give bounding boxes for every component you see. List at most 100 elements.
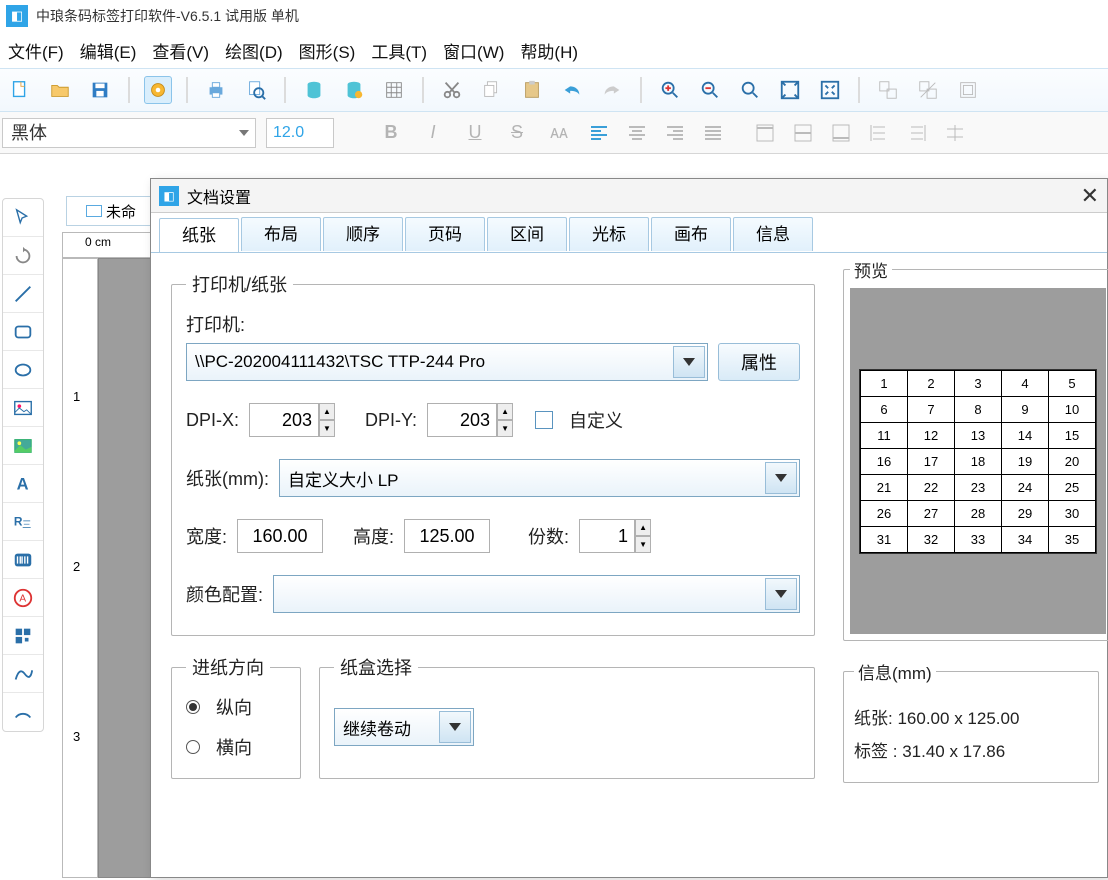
spacing3-icon[interactable]: [942, 120, 968, 146]
preview-cell: 17: [908, 448, 955, 474]
tab-layout[interactable]: 布局: [241, 217, 321, 251]
close-icon[interactable]: ✕: [1081, 183, 1099, 209]
fit-page-icon[interactable]: [816, 76, 844, 104]
grid-icon[interactable]: [380, 76, 408, 104]
preview-legend: 预览: [850, 257, 892, 282]
menu-shape[interactable]: 图形(S): [299, 38, 356, 63]
custom-dpi-checkbox[interactable]: [535, 411, 553, 429]
printer-props-button[interactable]: 属性: [718, 343, 800, 381]
chevron-down-icon[interactable]: [765, 578, 797, 610]
valign-bot-icon[interactable]: [828, 120, 854, 146]
undo-icon[interactable]: [558, 76, 586, 104]
preview-paper: 1234567891011121314151617181920212223242…: [859, 369, 1097, 554]
rotate-tool-icon[interactable]: [3, 237, 43, 275]
tab-range[interactable]: 区间: [487, 217, 567, 251]
spacing1-icon[interactable]: [866, 120, 892, 146]
strikethrough-icon[interactable]: S: [502, 118, 532, 148]
preview-cell: 5: [1049, 370, 1096, 396]
portrait-radio[interactable]: [186, 700, 200, 714]
landscape-radio[interactable]: [186, 740, 200, 754]
image-tool-icon[interactable]: [3, 389, 43, 427]
preview-cell: 1: [861, 370, 908, 396]
italic-icon[interactable]: I: [418, 118, 448, 148]
arc-tool-icon[interactable]: [3, 693, 43, 731]
ellipse-tool-icon[interactable]: [3, 351, 43, 389]
menu-draw[interactable]: 绘图(D): [225, 38, 283, 63]
tab-cursor[interactable]: 光标: [569, 217, 649, 251]
color-profile-combo[interactable]: [273, 575, 800, 613]
dpiy-input[interactable]: [427, 403, 497, 437]
menu-edit[interactable]: 编辑(E): [80, 38, 137, 63]
tray-fieldset: 纸盒选择 继续卷动: [319, 654, 815, 779]
barcode-tool-icon[interactable]: [3, 541, 43, 579]
new-file-icon[interactable]: [6, 76, 34, 104]
chevron-down-icon[interactable]: [765, 462, 797, 494]
tray-combo[interactable]: 继续卷动: [334, 708, 474, 746]
text-tool-icon[interactable]: A: [3, 465, 43, 503]
preview-cell: 11: [861, 422, 908, 448]
line-tool-icon[interactable]: [3, 275, 43, 313]
align-justify-icon[interactable]: [700, 120, 726, 146]
bold-icon[interactable]: B: [376, 118, 406, 148]
open-file-icon[interactable]: [46, 76, 74, 104]
tab-info[interactable]: 信息: [733, 217, 813, 251]
qrcode-tool-icon[interactable]: [3, 617, 43, 655]
picture-tool-icon[interactable]: [3, 427, 43, 465]
underline-icon[interactable]: U: [460, 118, 490, 148]
counter-tool-icon[interactable]: A: [3, 579, 43, 617]
font-name-combo[interactable]: 黑体: [2, 118, 256, 148]
width-input[interactable]: [237, 519, 323, 553]
group-icon[interactable]: [874, 76, 902, 104]
ruler-vertical: 1 2 3: [62, 258, 98, 878]
menu-window[interactable]: 窗口(W): [443, 38, 504, 63]
chevron-down-icon[interactable]: [439, 711, 471, 743]
engrave-icon[interactable]: ᴀᴀ: [544, 118, 574, 148]
print-icon[interactable]: [202, 76, 230, 104]
paper-size-combo[interactable]: 自定义大小 LP: [279, 459, 800, 497]
doc-settings-icon[interactable]: [144, 76, 172, 104]
menu-tool[interactable]: 工具(T): [371, 38, 427, 63]
paste-icon[interactable]: [518, 76, 546, 104]
zoom-reset-icon[interactable]: [736, 76, 764, 104]
menu-help[interactable]: 帮助(H): [520, 38, 578, 63]
tab-paper[interactable]: 纸张: [159, 218, 239, 252]
valign-top-icon[interactable]: [752, 120, 778, 146]
richtext-tool-icon[interactable]: R三: [3, 503, 43, 541]
rect-tool-icon[interactable]: [3, 313, 43, 351]
curve-tool-icon[interactable]: [3, 655, 43, 693]
font-size-input[interactable]: 12.0: [266, 118, 334, 148]
zoom-out-icon[interactable]: [696, 76, 724, 104]
height-input[interactable]: [404, 519, 490, 553]
tab-canvas[interactable]: 画布: [651, 217, 731, 251]
print-preview-icon[interactable]: [242, 76, 270, 104]
printer-combo[interactable]: \\PC-202004111432\TSC TTP-244 Pro: [186, 343, 708, 381]
menu-file[interactable]: 文件(F): [8, 38, 64, 63]
fit-window-icon[interactable]: [776, 76, 804, 104]
menu-view[interactable]: 查看(V): [152, 38, 209, 63]
align-icon[interactable]: [954, 76, 982, 104]
canvas-area[interactable]: [98, 258, 156, 878]
save-icon[interactable]: [86, 76, 114, 104]
align-left-icon[interactable]: [586, 120, 612, 146]
spacing2-icon[interactable]: [904, 120, 930, 146]
ungroup-icon[interactable]: [914, 76, 942, 104]
align-right-icon[interactable]: [662, 120, 688, 146]
dialog-titlebar[interactable]: ◧ 文档设置 ✕: [151, 179, 1107, 213]
dpix-input[interactable]: [249, 403, 319, 437]
copies-input[interactable]: [579, 519, 635, 553]
document-tab[interactable]: 未命: [66, 196, 156, 226]
database-icon[interactable]: [300, 76, 328, 104]
align-center-icon[interactable]: [624, 120, 650, 146]
database-config-icon[interactable]: [340, 76, 368, 104]
cursor-tool-icon[interactable]: [3, 199, 43, 237]
tab-order[interactable]: 顺序: [323, 217, 403, 251]
valign-mid-icon[interactable]: [790, 120, 816, 146]
preview-cell: 6: [861, 396, 908, 422]
redo-icon[interactable]: [598, 76, 626, 104]
cut-icon[interactable]: [438, 76, 466, 104]
doc-settings-dialog: ◧ 文档设置 ✕ 纸张 布局 顺序 页码 区间 光标 画布 信息 打印机/纸张 …: [150, 178, 1108, 878]
zoom-in-icon[interactable]: [656, 76, 684, 104]
chevron-down-icon[interactable]: [673, 346, 705, 378]
tab-pageno[interactable]: 页码: [405, 217, 485, 251]
copy-icon[interactable]: [478, 76, 506, 104]
